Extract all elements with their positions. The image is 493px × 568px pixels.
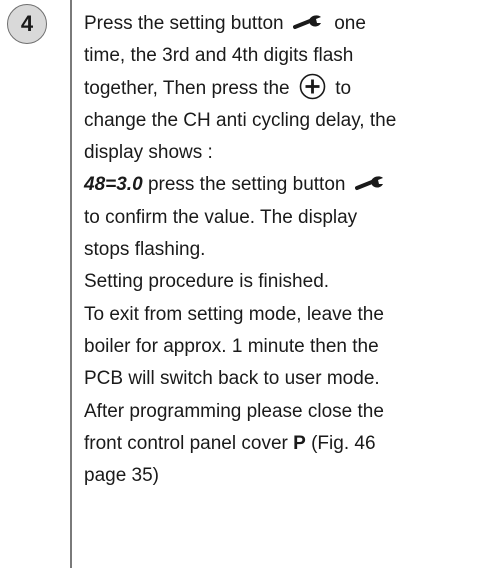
line-text: press the setting button — [147, 174, 346, 196]
text-line: Press the setting button one — [84, 8, 489, 40]
line-text: to — [335, 77, 352, 99]
text-line: After programming please close the — [84, 400, 384, 422]
cover-label: P — [293, 432, 306, 454]
text-line: together, Then press the to — [84, 73, 489, 105]
text-line: PCB will switch back to user mode. — [84, 368, 380, 390]
text-line: stops flashing. — [84, 239, 206, 261]
text-line: Setting procedure is finished. — [84, 271, 330, 293]
line-text: Press the setting button — [84, 13, 284, 34]
text-line: change the CH anti cycling delay, the — [84, 109, 397, 131]
plus-button-icon — [299, 73, 326, 100]
line-text: front control panel cover — [84, 432, 288, 454]
step-number-badge: 4 — [7, 4, 47, 44]
text-line: to confirm the value. The display — [84, 206, 358, 228]
step-number: 4 — [20, 11, 34, 36]
wrench-icon — [354, 176, 383, 191]
line-text: one — [334, 13, 366, 34]
line-text: together, Then press the — [84, 77, 290, 99]
text-line: display shows : — [84, 142, 213, 164]
instruction-text: Press the setting button one time, the 3… — [84, 8, 489, 492]
text-line: 48=3.0 press the setting button — [84, 169, 489, 201]
column-divider — [70, 0, 72, 568]
text-line: front control panel cover P (Fig. 46 — [84, 428, 489, 460]
parameter-value: 48=3.0 — [84, 174, 143, 196]
text-line: To exit from setting mode, leave the — [84, 303, 384, 325]
text-line: time, the 3rd and 4th digits flash — [84, 45, 354, 67]
text-line: boiler for approx. 1 minute then the — [84, 335, 379, 357]
line-text: (Fig. 46 — [311, 432, 376, 454]
text-line: page 35) — [84, 465, 160, 487]
wrench-icon — [292, 15, 321, 29]
